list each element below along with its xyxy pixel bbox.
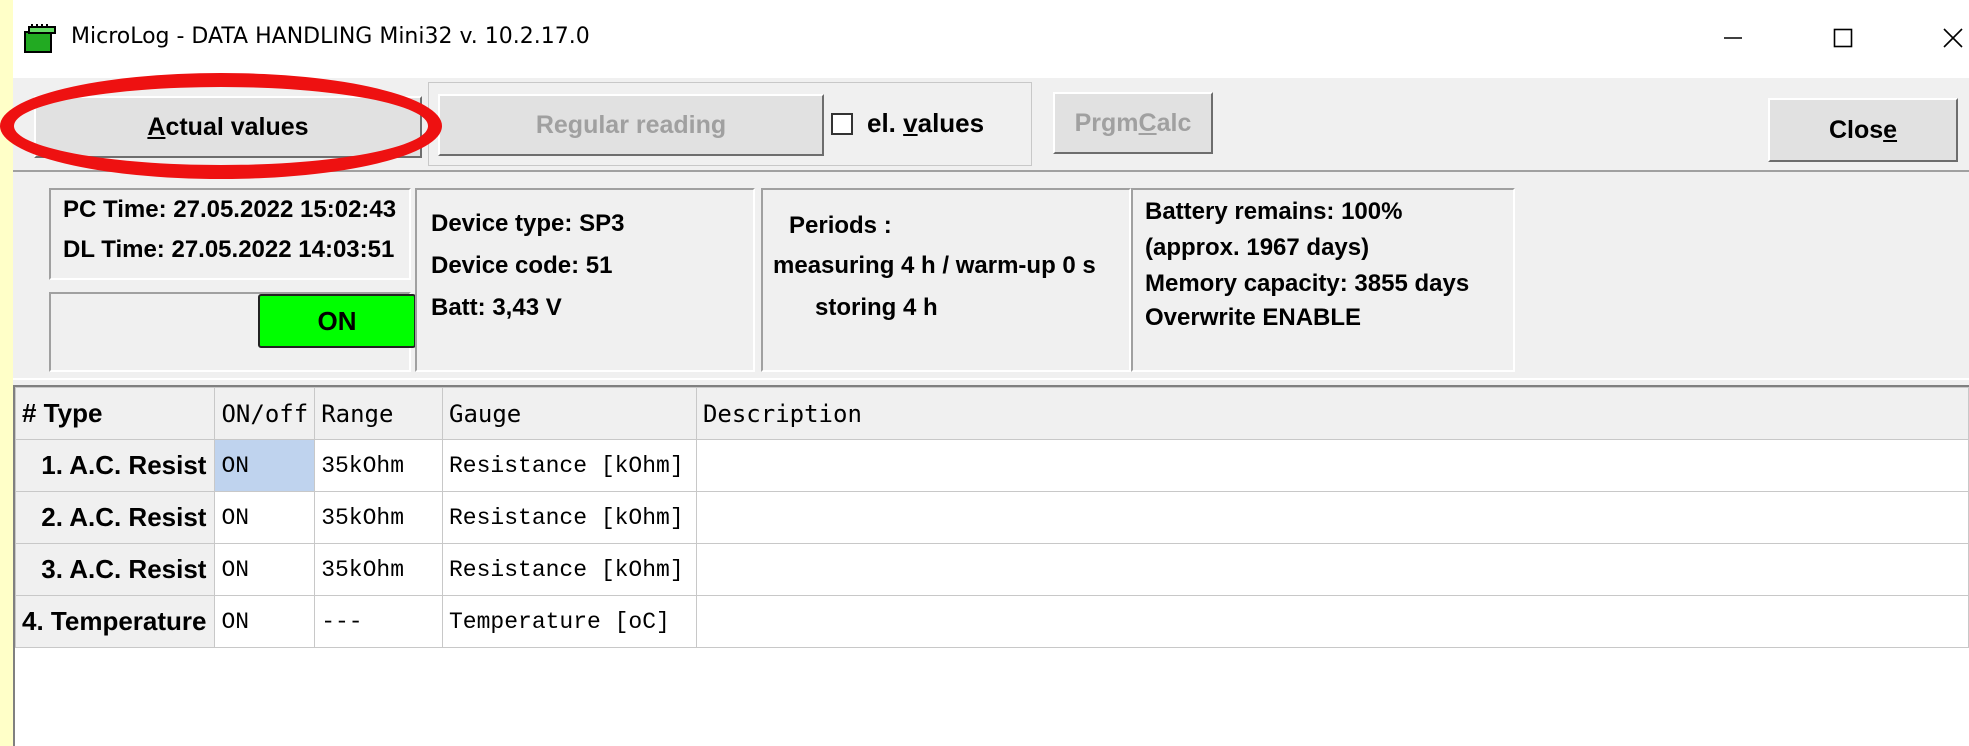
column-header-description[interactable]: Description <box>695 387 1969 440</box>
row-gauge[interactable]: Resistance [kOhm] <box>442 491 697 544</box>
title-bar: MicroLog - DATA HANDLING Mini32 v. 10.2.… <box>13 0 1969 78</box>
column-header-range[interactable]: Range <box>314 387 443 440</box>
table-row[interactable]: 1. A.C. Resist ON 35kOhm Resistance [kOh… <box>14 439 1969 492</box>
close-label: Close <box>1828 115 1898 144</box>
column-header-type[interactable]: # Type <box>14 387 216 440</box>
row-gauge[interactable]: Resistance [kOhm] <box>442 543 697 596</box>
table-header-row: # Type ON/off Range Gauge Description <box>14 387 1969 440</box>
actual-values-label: Actual values <box>147 112 309 141</box>
row-type[interactable]: 1. A.C. Resist <box>14 439 216 492</box>
row-range[interactable]: 35kOhm <box>314 439 443 492</box>
device-type: Device type: SP3 <box>431 210 625 237</box>
battery-approx-days: (approx. 1967 days) <box>1145 234 1370 261</box>
row-description[interactable] <box>695 439 1969 492</box>
column-header-onoff[interactable]: ON/off <box>214 387 316 440</box>
device-code: Device code: 51 <box>431 252 613 279</box>
minimize-button[interactable] <box>1703 10 1763 66</box>
row-description[interactable] <box>695 491 1969 544</box>
periods-title: Periods : <box>789 212 892 239</box>
storing-period: storing 4 h <box>815 294 938 321</box>
memory-capacity: Memory capacity: 3855 days <box>1145 270 1470 297</box>
battery-remains: Battery remains: 100% <box>1145 198 1403 225</box>
row-range[interactable]: 35kOhm <box>314 491 443 544</box>
column-header-gauge[interactable]: Gauge <box>442 387 697 440</box>
close-icon <box>1943 28 1963 48</box>
toolbar: Actual values Regular reading el. values… <box>13 78 1969 170</box>
time-panel: PC Time: 27.05.2022 15:02:43 DL Time: 27… <box>49 188 411 280</box>
table-row[interactable]: 4. Temperature ON --- Temperature [oC] <box>14 595 1969 648</box>
window-close-button[interactable] <box>1923 10 1969 66</box>
table-row[interactable]: 2. A.C. Resist ON 35kOhm Resistance [kOh… <box>14 491 1969 544</box>
status-indicator: ON <box>258 294 416 348</box>
regular-reading-label: Regular reading <box>535 110 727 139</box>
maximize-button[interactable] <box>1813 10 1873 66</box>
row-type[interactable]: 4. Temperature <box>14 595 216 648</box>
measuring-period: measuring 4 h / warm-up 0 s <box>773 252 1096 279</box>
dl-time: DL Time: 27.05.2022 14:03:51 <box>63 236 395 263</box>
row-type[interactable]: 2. A.C. Resist <box>14 491 216 544</box>
el-values-checkbox[interactable] <box>831 112 853 135</box>
row-onoff[interactable]: ON <box>214 491 316 544</box>
app-icon <box>24 24 56 53</box>
row-range[interactable]: 35kOhm <box>314 543 443 596</box>
el-values-label: el. values <box>867 108 985 138</box>
regular-reading-button[interactable]: Regular reading <box>438 94 824 156</box>
table-row[interactable]: 3. A.C. Resist ON 35kOhm Resistance [kOh… <box>14 543 1969 596</box>
row-onoff[interactable]: ON <box>214 543 316 596</box>
minimize-icon <box>1724 37 1742 39</box>
battery-panel: Battery remains: 100% (approx. 1967 days… <box>1131 188 1515 372</box>
row-type[interactable]: 3. A.C. Resist <box>14 543 216 596</box>
row-gauge[interactable]: Temperature [oC] <box>442 595 697 648</box>
maximize-icon <box>1833 28 1853 48</box>
row-description[interactable] <box>695 543 1969 596</box>
window-title: MicroLog - DATA HANDLING Mini32 v. 10.2.… <box>71 24 590 49</box>
periods-panel: Periods : measuring 4 h / warm-up 0 s st… <box>761 188 1131 372</box>
close-button[interactable]: Close <box>1768 98 1958 162</box>
row-onoff[interactable]: ON <box>214 439 316 492</box>
row-onoff[interactable]: ON <box>214 595 316 648</box>
el-values-checkbox-row[interactable]: el. values <box>831 108 984 139</box>
battery-voltage: Batt: 3,43 V <box>431 294 562 321</box>
row-gauge[interactable]: Resistance [kOhm] <box>442 439 697 492</box>
overwrite-status: Overwrite ENABLE <box>1145 304 1362 331</box>
row-range[interactable]: --- <box>314 595 443 648</box>
prgmcalc-button[interactable]: PrgmCalc <box>1053 92 1213 154</box>
device-panel: Device type: SP3 Device code: 51 Batt: 3… <box>415 188 755 372</box>
info-panel: PC Time: 27.05.2022 15:02:43 DL Time: 27… <box>13 170 1969 380</box>
prgmcalc-label: PrgmCalc <box>1074 108 1192 137</box>
main-window: MicroLog - DATA HANDLING Mini32 v. 10.2.… <box>13 0 1969 746</box>
row-description[interactable] <box>695 595 1969 648</box>
channels-grid[interactable]: # Type ON/off Range Gauge Description 1.… <box>13 385 1969 746</box>
channels-table: # Type ON/off Range Gauge Description 1.… <box>14 387 1969 648</box>
actual-values-button[interactable]: Actual values <box>34 96 422 158</box>
pc-time: PC Time: 27.05.2022 15:02:43 <box>63 196 397 223</box>
